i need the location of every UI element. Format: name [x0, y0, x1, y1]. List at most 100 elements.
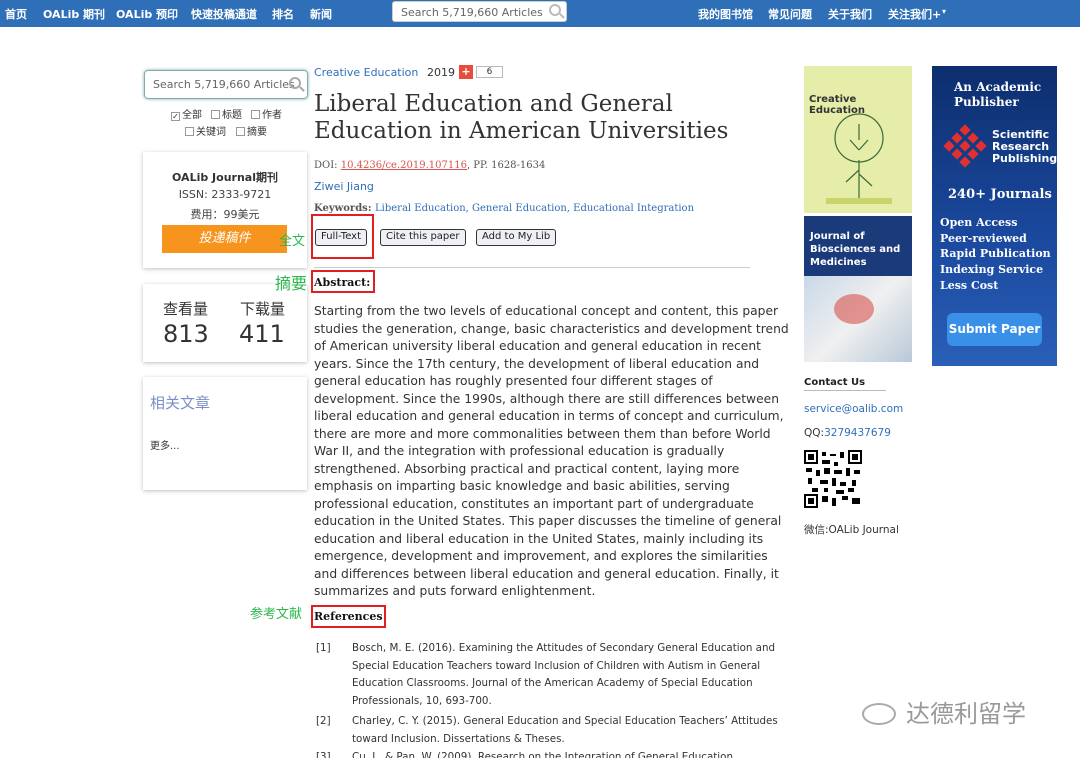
chevron-down-icon: ▾ [942, 7, 947, 16]
search-icon[interactable] [549, 4, 561, 16]
doi-line: DOI: 10.4236/ce.2019.107116, PP. 1628-16… [314, 160, 545, 171]
top-search-input[interactable]: Search 5,719,660 Articles [392, 1, 567, 22]
ad-feature: Rapid Publication [940, 247, 1051, 261]
reference-number: [3] [316, 751, 331, 758]
downloads-count: 411 [239, 320, 285, 348]
filter-label: 摘要 [247, 127, 267, 138]
related-articles-card: 相关文章 更多... [143, 377, 307, 490]
logo-line: Publishing [992, 152, 1058, 165]
divider [804, 390, 886, 391]
keywords-line: Keywords: Liberal Education, General Edu… [314, 203, 694, 214]
nav-oalib-journal[interactable]: OALib 期刊 [43, 6, 105, 22]
ad-headline: An Academic Publisher [954, 80, 1041, 110]
views-count: 813 [163, 320, 209, 348]
filter-label: 全部 [182, 110, 202, 121]
search-icon[interactable] [289, 77, 301, 89]
checkbox-icon[interactable] [251, 110, 260, 119]
qq-label: QQ: [804, 427, 825, 439]
checkbox-icon[interactable] [236, 127, 245, 136]
reference-text: Bosch, M. E. (2016). Examining the Attit… [352, 642, 776, 707]
checkbox-checked-icon[interactable]: ✓ [171, 112, 180, 121]
scirp-ad-banner[interactable]: An Academic Publisher Scientific Research P… [932, 66, 1057, 366]
watermark-text: 达德利留学 [906, 700, 1026, 728]
nav-news[interactable]: 新闻 [310, 6, 332, 22]
ad-headline-line: An Academic [954, 80, 1042, 94]
sidebar-search-placeholder: Search 5,719,660 Articles [153, 78, 295, 91]
top-search-placeholder: Search 5,719,660 Articles [401, 6, 543, 19]
cover-pills-decoration [834, 294, 874, 324]
qr-code-icon [804, 450, 862, 508]
add-to-lib-button[interactable]: Add to My Lib [476, 229, 557, 246]
sidebar-search-input[interactable]: Search 5,719,660 Articles [144, 70, 308, 99]
reference-text: Charley, C. Y. (2015). General Education… [352, 715, 778, 745]
doi-label: DOI: [314, 160, 341, 171]
filter-label: 关键词 [196, 127, 226, 138]
checkbox-icon[interactable] [211, 110, 220, 119]
submit-manuscript-button[interactable]: 投递稿件 [162, 225, 287, 253]
downloads-label: 下载量 [240, 300, 286, 318]
more-link[interactable]: 更多... [150, 437, 180, 452]
ad-feature: Peer-reviewed [940, 231, 1027, 245]
reference-item: [1] Bosch, M. E. (2016). Examining the A… [316, 640, 794, 712]
reference-text: Cu, J., & Pan, W. (2009). Research on th… [352, 751, 733, 758]
nav-faq[interactable]: 常见问题 [768, 6, 812, 22]
journal-fee: 费用：99美元 [190, 208, 260, 221]
journal-card-title: OALib Journal期刊 [172, 171, 278, 184]
nav-about[interactable]: 关于我们 [828, 6, 872, 22]
contact-us-heading: Contact Us [804, 377, 866, 388]
nav-oalib-preprint[interactable]: OALib 预印 [116, 6, 178, 22]
share-count: 6 [476, 66, 503, 78]
journal-issn: ISSN: 2333-9721 [178, 188, 272, 201]
nav-fast-submit[interactable]: 快速投稿通道 [191, 6, 257, 22]
stats-card: 查看量 下载量 813 411 [143, 284, 307, 362]
keywords-label: Keywords: [314, 203, 375, 214]
journal-info-card: OALib Journal期刊 ISSN: 2333-9721 费用：99美元 … [143, 152, 307, 268]
related-articles-title: 相关文章 [150, 394, 211, 412]
divider [314, 267, 750, 268]
filter-keyword[interactable]: 关键词 [185, 123, 226, 138]
doi-link[interactable]: 10.4236/ce.2019.107116 [341, 160, 467, 171]
page-range: , PP. 1628-1634 [466, 160, 546, 171]
contact-qq: QQ:3279437679 [804, 427, 891, 439]
views-label: 查看量 [163, 300, 209, 318]
cite-paper-button[interactable]: Cite this paper [380, 229, 466, 246]
ad-features: Open Access Peer-reviewed Rapid Publicat… [940, 215, 1051, 294]
watermark: 达德利留学 [862, 694, 1026, 729]
keywords-links[interactable]: Liberal Education, General Education, Ed… [375, 203, 694, 214]
annotation-label-references: 参考文献 [250, 607, 303, 622]
annotation-box-references [311, 605, 386, 628]
annotation-box-fulltext [311, 214, 374, 259]
plus-icon[interactable]: + [459, 65, 473, 79]
checkbox-icon[interactable] [185, 127, 194, 136]
ad-feature: Open Access [940, 216, 1018, 229]
nav-ranking[interactable]: 排名 [272, 6, 294, 22]
nav-home[interactable]: 首页 [5, 6, 27, 22]
submit-paper-button[interactable]: Submit Paper [947, 313, 1042, 346]
top-nav-bar: 首页 OALib 期刊 OALib 预印 快速投稿通道 排名 新闻 Search… [0, 0, 1080, 27]
creative-education-cover[interactable]: Creative Education [804, 66, 912, 213]
article-title: Liberal Education and General Education … [314, 91, 729, 144]
filter-abstract[interactable]: 摘要 [236, 123, 267, 138]
scirp-logo-icon [943, 124, 987, 168]
tree-illustration [826, 113, 892, 204]
nav-follow[interactable]: 关注我们+ [888, 6, 941, 22]
filter-label: 标题 [222, 110, 242, 121]
filter-author[interactable]: 作者 [251, 106, 282, 121]
nav-my-library[interactable]: 我的图书馆 [698, 6, 753, 22]
reference-item: [3] Cu, J., & Pan, W. (2009). Research o… [316, 749, 794, 758]
contact-email-link[interactable]: service@oalib.com [804, 403, 903, 415]
ad-feature: Less Cost [940, 278, 999, 292]
abstract-text: Starting from the two levels of educatio… [314, 304, 789, 598]
qq-link[interactable]: 3279437679 [824, 427, 891, 439]
author-link[interactable]: Ziwei Jiang [314, 180, 374, 193]
journal-name-link[interactable]: Creative Education [314, 66, 418, 79]
ad-feature: Indexing Service [940, 263, 1044, 277]
wechat-icon [862, 703, 896, 725]
filter-label: 作者 [262, 110, 282, 121]
ad-headline-line: Publisher [954, 95, 1019, 109]
filter-title[interactable]: 标题 [211, 106, 242, 121]
filter-all[interactable]: ✓ 全部 [171, 106, 202, 121]
annotation-label-fulltext: 全文 [279, 234, 306, 249]
reference-number: [1] [316, 642, 331, 654]
biosciences-medicines-cover[interactable]: Journal of Biosciences and Medicines [804, 216, 912, 362]
